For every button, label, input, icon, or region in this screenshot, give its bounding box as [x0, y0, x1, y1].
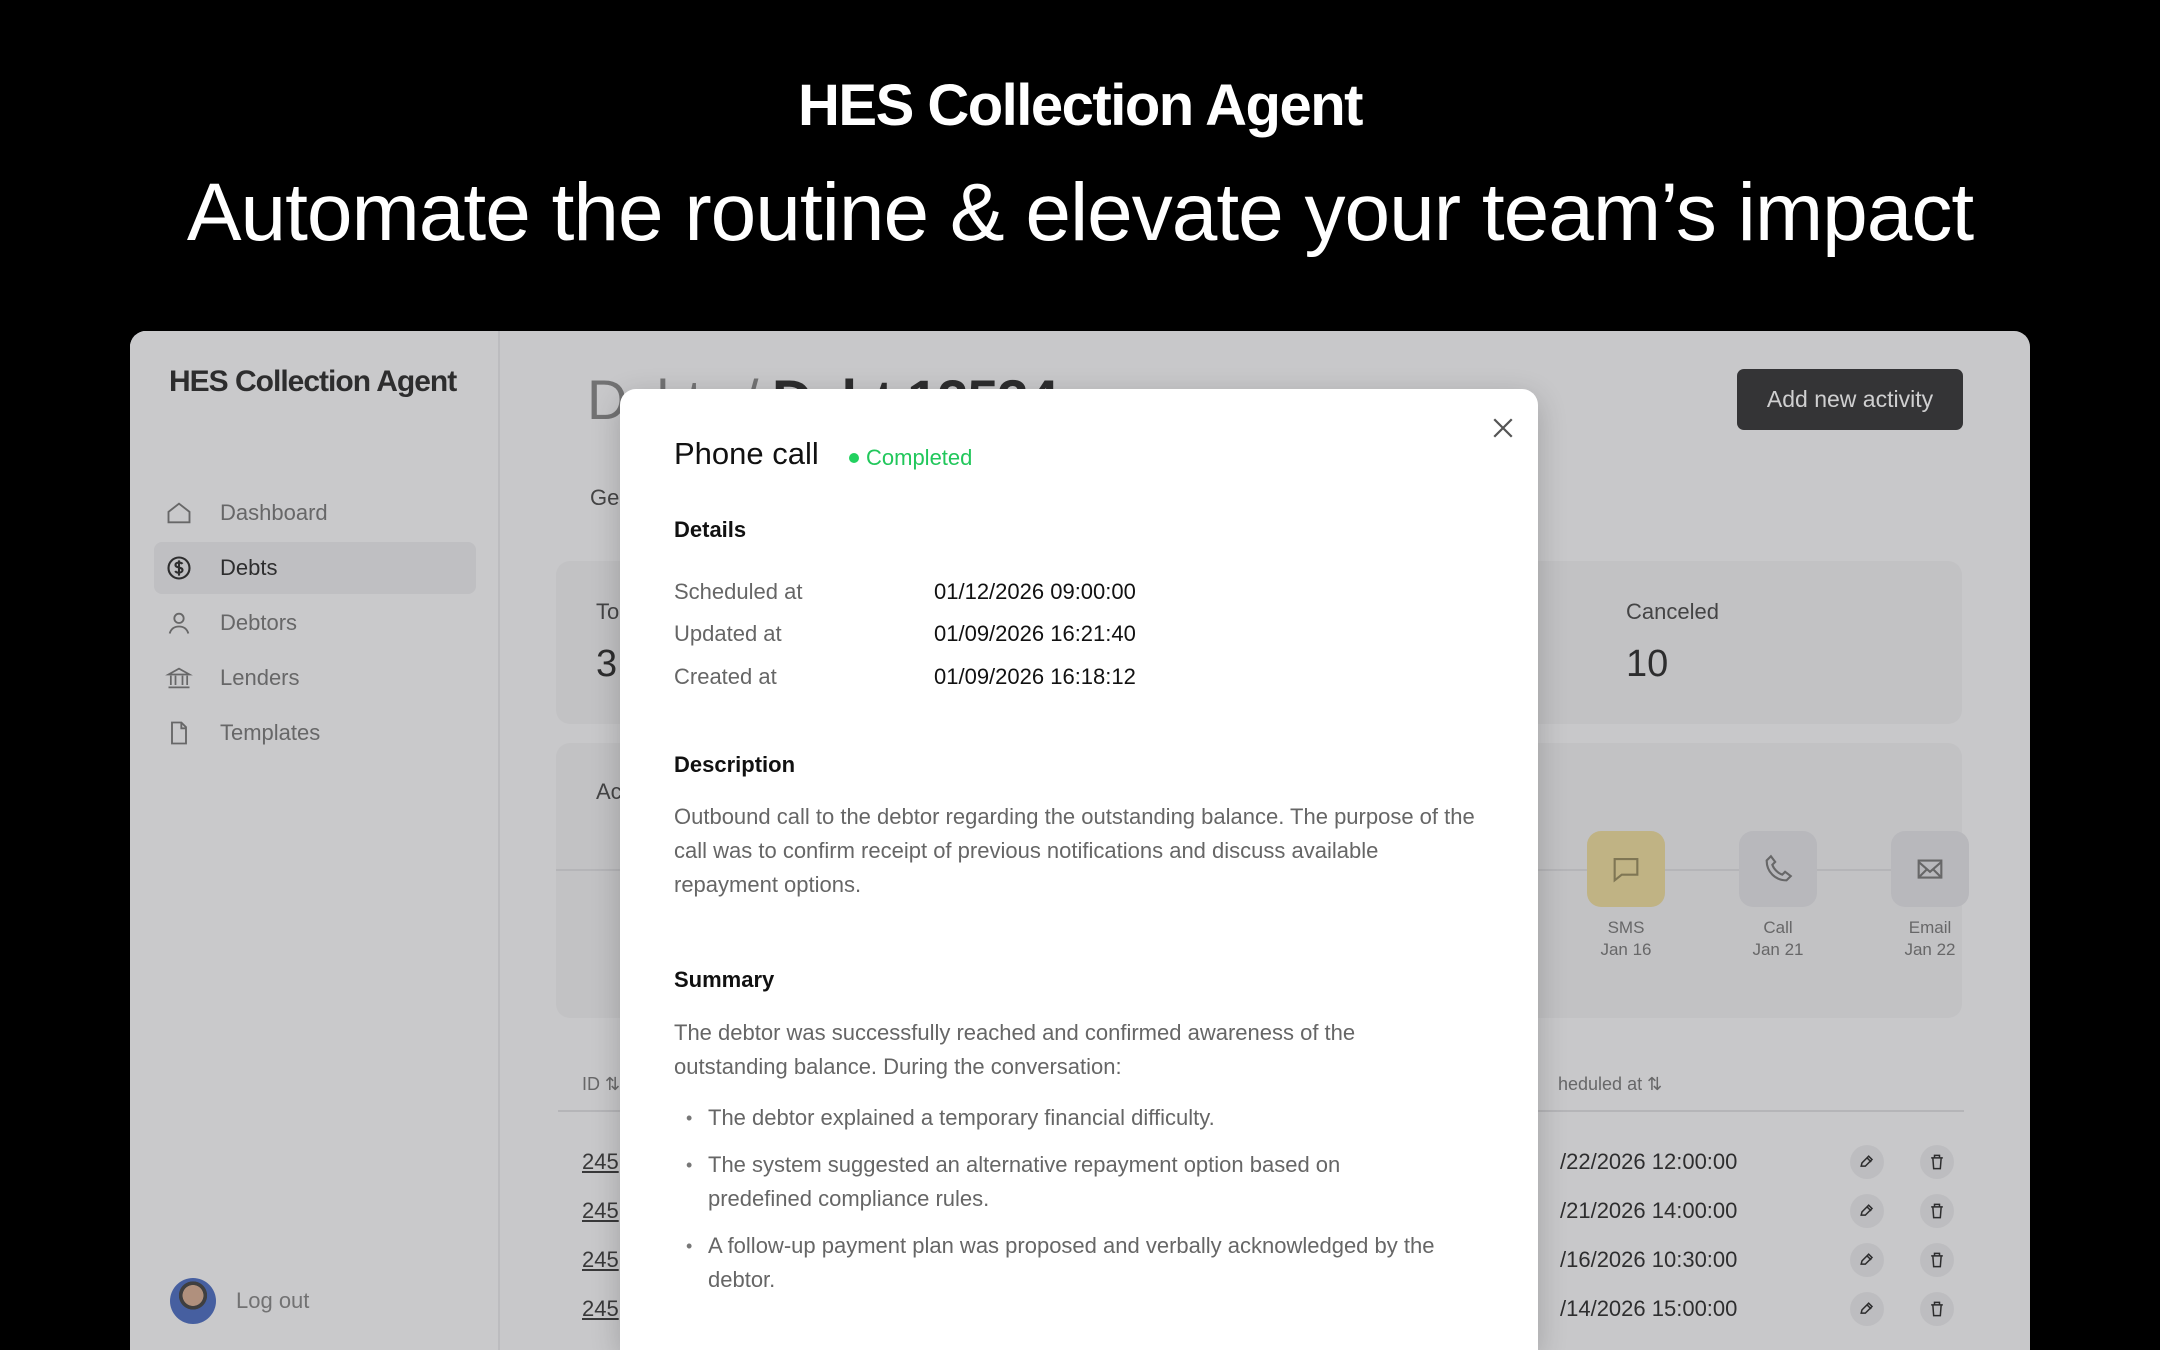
activity-details-modal: Phone call Completed Details Scheduled a… [620, 389, 1538, 1350]
detail-value: 01/12/2026 09:00:00 [934, 579, 1136, 604]
close-icon[interactable] [1485, 410, 1521, 446]
detail-row-scheduled: Scheduled at 01/12/2026 09:00:00 [674, 579, 1434, 609]
detail-row-updated: Updated at 01/09/2026 16:21:40 [674, 621, 1434, 651]
status-badge: Completed [849, 445, 972, 471]
status-dot [849, 453, 859, 463]
description-text: Outbound call to the debtor regarding th… [674, 804, 1475, 897]
detail-value: 01/09/2026 16:21:40 [934, 621, 1136, 646]
detail-label: Scheduled at [674, 579, 803, 604]
detail-label: Created at [674, 664, 777, 689]
summary-point: The system suggested an alternative repa… [674, 1148, 1364, 1216]
summary-title: Summary [674, 967, 775, 992]
detail-value: 01/09/2026 16:18:12 [934, 664, 1136, 689]
hero: HES Collection Agent Automate the routin… [0, 0, 2160, 330]
description-title: Description [674, 752, 796, 777]
detail-label: Updated at [674, 621, 782, 646]
summary-point: A follow-up payment plan was proposed an… [674, 1229, 1444, 1297]
modal-title: Phone call [674, 436, 819, 471]
detail-row-created: Created at 01/09/2026 16:18:12 [674, 664, 1434, 694]
summary-list: The debtor explained a temporary financi… [674, 1101, 1434, 1310]
hero-tagline: Automate the routine & elevate your team… [186, 167, 1974, 258]
hero-brand: HES Collection Agent [798, 73, 1364, 138]
details-title: Details [674, 517, 747, 542]
summary-point: The debtor explained a temporary financi… [674, 1101, 1434, 1135]
status-label: Completed [866, 445, 973, 470]
summary-intro: The debtor was successfully reached and … [674, 1020, 1356, 1079]
